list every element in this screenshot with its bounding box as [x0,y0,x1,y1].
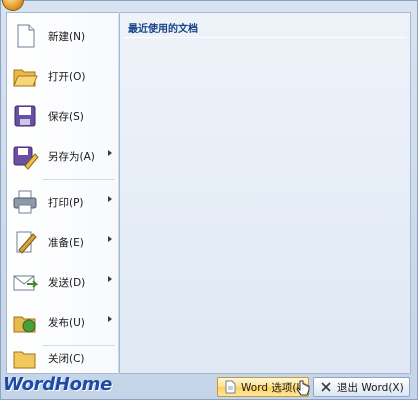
menu-item-save[interactable]: 保存(S) [7,97,118,135]
recent-title-divider [124,37,406,38]
menu-item-label: 另存为(A) [48,151,95,163]
menu-item-new[interactable]: 新建(N) [7,17,118,55]
save-floppy-icon [14,105,36,127]
word-options-label: Word 选项(I) [241,381,304,394]
menu-divider [43,179,115,180]
watermark-logo: WordHome [3,374,112,395]
submenu-arrow-icon [108,150,112,156]
document-options-icon [225,380,236,394]
menu-item-send[interactable]: 发送(D) [7,263,118,301]
new-document-icon [17,24,35,48]
menu-item-label: 打印(P) [48,197,84,209]
recent-documents-pane: 最近使用的文档 [119,12,411,374]
menu-item-label: 保存(S) [48,111,84,123]
menu-item-label: 打开(O) [48,71,86,83]
menu-item-publish[interactable]: 发布(U) [7,303,118,341]
exit-word-button[interactable]: 退出 Word(X) [313,377,410,397]
submenu-arrow-icon [108,196,112,202]
hand-cursor-icon [296,380,310,396]
menu-item-close[interactable]: 关闭(C) [7,339,118,377]
menu-item-save-as[interactable]: 另存为(A) [7,137,118,175]
submenu-arrow-icon [108,316,112,322]
menu-item-label: 关闭(C) [48,353,85,365]
publish-icon [13,316,36,333]
open-folder-icon [13,69,38,87]
office-button-icon[interactable] [2,0,24,11]
menu-item-prepare[interactable]: 准备(E) [7,223,118,261]
menu-item-label: 新建(N) [48,31,86,43]
menu-item-label: 发布(U) [48,317,85,329]
office-menu: 新建(N) 打开(O) 保存(S) 另存为(A) 打印(P) 准备(E) 发送(… [0,0,418,400]
close-x-icon [321,382,331,392]
submenu-arrow-icon [108,276,112,282]
menu-item-label: 发送(D) [48,277,86,289]
prepare-pen-icon [16,231,37,254]
send-mail-icon [13,275,39,291]
menu-item-print[interactable]: 打印(P) [7,183,118,221]
exit-word-label: 退出 Word(X) [337,381,404,394]
close-folder-icon [13,351,36,369]
printer-icon [13,190,37,214]
save-as-icon [13,146,39,170]
menu-command-list: 新建(N) 打开(O) 保存(S) 另存为(A) 打印(P) 准备(E) 发送(… [6,12,118,374]
menu-item-open[interactable]: 打开(O) [7,57,118,95]
recent-documents-title: 最近使用的文档 [128,24,198,35]
submenu-arrow-icon [108,236,112,242]
menu-item-label: 准备(E) [48,237,84,249]
